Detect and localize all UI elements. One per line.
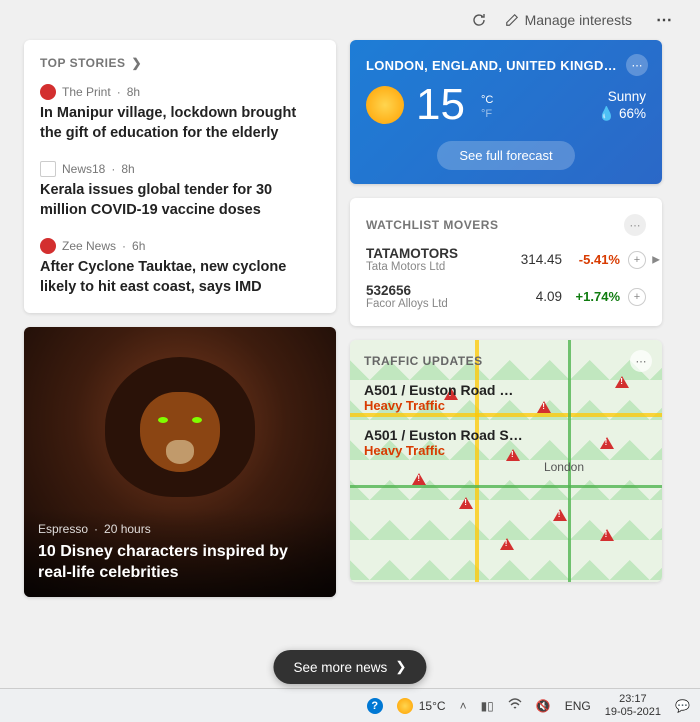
weather-humidity: 66% xyxy=(619,106,646,121)
feature-title: 10 Disney characters inspired by real-li… xyxy=(38,542,322,584)
weather-more-icon[interactable]: ⋯ xyxy=(626,54,648,76)
traffic-route: A501 / Euston Road … xyxy=(364,382,648,398)
droplet-icon: 💧 xyxy=(598,106,615,122)
story-title: In Manipur village, lockdown brought the… xyxy=(40,104,320,143)
story-item[interactable]: Zee News · 6h After Cyclone Tauktae, new… xyxy=(40,238,320,297)
traffic-status: Heavy Traffic xyxy=(364,443,648,458)
help-icon[interactable]: ? xyxy=(367,698,383,714)
stock-row[interactable]: 532656 Facor Alloys Ltd 4.09 +1.74% + xyxy=(366,283,646,310)
stock-row[interactable]: TATAMOTORS Tata Motors Ltd 314.45 -5.41%… xyxy=(366,246,646,273)
feature-source: Espresso xyxy=(38,522,88,536)
unit-celsius[interactable]: °C xyxy=(481,94,493,106)
watchlist-more-icon[interactable]: ⋯ xyxy=(624,214,646,236)
traffic-heading: TRAFFIC UPDATES xyxy=(364,354,648,368)
story-age: 8h xyxy=(127,85,140,99)
stock-symbol: TATAMOTORS xyxy=(366,246,504,261)
manage-interests-button[interactable]: Manage interests xyxy=(505,12,632,28)
traffic-alert-icon xyxy=(553,509,567,521)
stock-change: +1.74% xyxy=(562,289,620,304)
watchlist-next-icon[interactable]: ▶ xyxy=(652,254,660,265)
stock-price: 314.45 xyxy=(504,252,562,267)
stock-symbol: 532656 xyxy=(366,283,504,298)
stock-price: 4.09 xyxy=(504,289,562,304)
notifications-icon[interactable]: 💬 xyxy=(675,699,690,713)
story-item[interactable]: News18 · 8h Kerala issues global tender … xyxy=(40,161,320,220)
top-stories-card: TOP STORIES ❯ The Print · 8h In Manipur … xyxy=(24,40,336,313)
volume-icon[interactable]: 🔇 xyxy=(536,699,551,713)
sun-icon xyxy=(397,698,413,714)
traffic-item[interactable]: A501 / Euston Road … Heavy Traffic xyxy=(364,382,648,413)
top-stories-heading[interactable]: TOP STORIES ❯ xyxy=(40,56,320,70)
chevron-right-icon: ❯ xyxy=(395,659,406,675)
see-forecast-button[interactable]: See full forecast xyxy=(437,141,574,170)
taskbar: ? 15°C ˄ ▮▯ 🔇 ENG 23:17 19-05-2021 💬 xyxy=(0,688,700,722)
story-age: 6h xyxy=(132,239,145,253)
header-more-icon[interactable]: ⋯ xyxy=(650,10,680,30)
chevron-right-icon: ❯ xyxy=(132,56,143,70)
refresh-icon[interactable] xyxy=(471,12,487,28)
taskbar-clock[interactable]: 23:17 19-05-2021 xyxy=(605,693,661,717)
stock-name: Facor Alloys Ltd xyxy=(366,298,504,310)
add-stock-icon[interactable]: + xyxy=(628,251,646,269)
weather-condition: Sunny xyxy=(598,89,646,104)
map-city-label: London xyxy=(544,460,584,474)
add-stock-icon[interactable]: + xyxy=(628,288,646,306)
story-title: Kerala issues global tender for 30 milli… xyxy=(40,181,320,220)
weather-card[interactable]: ⋯ LONDON, ENGLAND, UNITED KINGD… 15 °C °… xyxy=(350,40,662,184)
tray-up-icon[interactable]: ˄ xyxy=(460,699,467,713)
traffic-route: A501 / Euston Road S… xyxy=(364,427,648,443)
traffic-alert-icon xyxy=(412,473,426,485)
story-source: Zee News xyxy=(62,239,116,253)
source-badge-icon xyxy=(40,161,56,177)
traffic-alert-icon xyxy=(600,529,614,541)
traffic-alert-icon xyxy=(500,538,514,550)
feature-story-card[interactable]: Espresso · 20 hours 10 Disney characters… xyxy=(24,327,336,597)
traffic-item[interactable]: A501 / Euston Road S… Heavy Traffic xyxy=(364,427,648,458)
stock-name: Tata Motors Ltd xyxy=(366,261,504,273)
taskbar-lang[interactable]: ENG xyxy=(565,699,591,713)
weather-location: LONDON, ENGLAND, UNITED KINGD… xyxy=(366,58,646,73)
stock-change: -5.41% xyxy=(562,252,620,267)
source-badge-icon xyxy=(40,84,56,100)
traffic-alert-icon xyxy=(459,497,473,509)
weather-temp: 15 xyxy=(416,83,465,127)
traffic-more-icon[interactable]: ⋯ xyxy=(630,350,652,372)
watchlist-card: WATCHLIST MOVERS ⋯ TATAMOTORS Tata Motor… xyxy=(350,198,662,326)
story-source: News18 xyxy=(62,162,105,176)
traffic-status: Heavy Traffic xyxy=(364,398,648,413)
see-more-news-button[interactable]: See more news ❯ xyxy=(273,650,426,684)
battery-icon[interactable]: ▮▯ xyxy=(481,699,494,713)
story-title: After Cyclone Tauktae, new cyclone likel… xyxy=(40,258,320,297)
manage-interests-label: Manage interests xyxy=(525,12,632,28)
source-badge-icon xyxy=(40,238,56,254)
taskbar-weather[interactable]: 15°C xyxy=(397,698,446,714)
unit-fahrenheit[interactable]: °F xyxy=(481,108,493,120)
story-source: The Print xyxy=(62,85,111,99)
sun-icon xyxy=(366,86,404,124)
wifi-icon[interactable] xyxy=(508,698,522,713)
traffic-card[interactable]: ⋯ TRAFFIC UPDATES A501 / Euston Road … H… xyxy=(350,340,662,582)
feature-age: 20 hours xyxy=(104,522,151,536)
story-age: 8h xyxy=(121,162,134,176)
story-item[interactable]: The Print · 8h In Manipur village, lockd… xyxy=(40,84,320,143)
watchlist-heading[interactable]: WATCHLIST MOVERS xyxy=(366,218,498,232)
